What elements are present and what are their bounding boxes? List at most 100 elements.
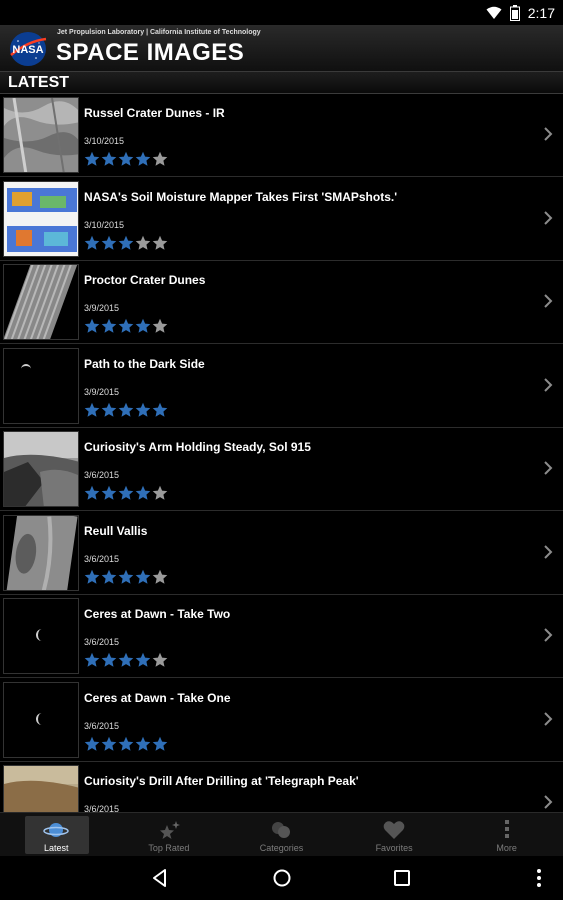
tab-label: Top Rated: [148, 843, 190, 853]
star-empty-icon: [135, 235, 151, 250]
star-filled-icon: [101, 569, 117, 584]
item-title: Ceres at Dawn - Take Two: [84, 607, 231, 621]
star-empty-icon: [152, 569, 168, 584]
tab-label: More: [496, 843, 517, 853]
clock: 2:17: [527, 4, 555, 21]
planet-icon: [43, 823, 70, 837]
list-item[interactable]: Curiosity's Arm Holding Steady, Sol 915 3…: [0, 428, 563, 511]
home-icon[interactable]: [272, 868, 292, 888]
item-title: NASA's Soil Moisture Mapper Takes First …: [84, 189, 398, 204]
app-header: NASA Jet Propulsion Laboratory | Califor…: [0, 25, 563, 72]
chevron-right-icon: [544, 461, 553, 475]
list-item[interactable]: NASA's Soil Moisture Mapper Takes First …: [0, 178, 563, 261]
item-date: 3/6/2015: [84, 553, 120, 564]
star-filled-icon: [101, 485, 117, 500]
list-item[interactable]: Ceres at Dawn - Take One 3/6/2015: [0, 679, 563, 762]
item-title: Curiosity's Arm Holding Steady, Sol 915: [84, 440, 311, 454]
star-filled-icon: [135, 402, 151, 417]
star-filled-icon: [135, 151, 151, 166]
star-filled-icon: [101, 235, 117, 250]
star-filled-icon: [135, 736, 151, 751]
thumbnail-image: [3, 514, 79, 591]
chevron-right-icon: [544, 210, 553, 225]
tab-top-rated[interactable]: Top Rated: [113, 813, 226, 856]
system-nav-bar: [0, 856, 563, 900]
star-filled-icon: [84, 235, 100, 250]
item-title: Ceres at Dawn - Take One: [84, 690, 231, 705]
star-filled-icon: [101, 151, 117, 166]
item-date: 3/6/2015: [84, 470, 120, 480]
star-filled-icon: [118, 652, 134, 667]
list-item[interactable]: Proctor Crater Dunes 3/9/2015: [0, 261, 563, 344]
star-empty-icon: [152, 485, 168, 500]
back-icon[interactable]: [150, 868, 170, 888]
chevron-right-icon: [544, 127, 553, 141]
star-empty-icon: [152, 318, 168, 333]
battery-icon: [509, 4, 520, 21]
tab-bar: Latest Top Rated Categories Favorites Mo…: [0, 812, 563, 856]
star-filled-icon: [101, 652, 117, 667]
star-filled-icon: [84, 736, 100, 751]
item-date: 3/9/2015: [84, 303, 120, 313]
list-item[interactable]: Path to the Dark Side 3/9/2015: [0, 345, 563, 428]
list-item[interactable]: Reull Vallis 3/6/2015: [0, 512, 563, 595]
star-filled-icon: [118, 485, 134, 500]
overflow-menu-icon[interactable]: [529, 868, 549, 888]
recents-icon[interactable]: [392, 868, 412, 888]
star-rating: [84, 235, 168, 251]
item-title: Proctor Crater Dunes: [84, 273, 206, 287]
star-rating: [84, 485, 168, 501]
status-bar: 2:17: [0, 0, 563, 25]
item-title: Path to the Dark Side: [84, 356, 205, 371]
list-item[interactable]: Ceres at Dawn - Take Two 3/6/2015: [0, 595, 563, 678]
star-filled-icon: [118, 736, 134, 751]
tab-categories[interactable]: Categories: [225, 813, 338, 856]
star-filled-icon: [135, 569, 151, 584]
star-filled-icon: [152, 402, 168, 417]
star-filled-icon: [84, 485, 100, 500]
tab-label: Categories: [259, 843, 304, 853]
star-filled-icon: [118, 151, 134, 166]
thumbnail-image: [3, 765, 79, 812]
thumbnail-image: [3, 264, 79, 340]
star-filled-icon: [118, 235, 134, 250]
chevron-right-icon: [544, 544, 553, 559]
star-filled-icon: [118, 402, 134, 417]
star-filled-icon: [135, 485, 151, 500]
wifi-icon: [486, 6, 502, 19]
star-filled-icon: [152, 736, 168, 751]
item-title: Curiosity's Drill After Drilling at 'Tel…: [84, 774, 359, 788]
sparkle-star-icon: [159, 821, 180, 839]
lab-affiliation: Jet Propulsion Laboratory | California I…: [57, 29, 261, 36]
tab-more[interactable]: More: [450, 813, 563, 856]
star-filled-icon: [84, 652, 100, 667]
item-title: Reull Vallis: [84, 523, 148, 538]
tab-label: Favorites: [375, 843, 413, 853]
thumbnail-image: [3, 180, 79, 257]
list-item[interactable]: Russel Crater Dunes - IR 3/10/2015: [0, 94, 563, 177]
chevron-right-icon: [544, 377, 553, 392]
section-title: LATEST: [8, 74, 70, 91]
tab-favorites[interactable]: Favorites: [338, 813, 451, 856]
tab-label: Latest: [44, 843, 69, 853]
chevron-right-icon: [544, 294, 553, 308]
star-filled-icon: [84, 569, 100, 584]
star-filled-icon: [84, 402, 100, 417]
item-date: 3/10/2015: [84, 219, 125, 230]
tab-latest[interactable]: Latest: [0, 813, 113, 856]
star-filled-icon: [84, 318, 100, 333]
chevron-right-icon: [544, 628, 553, 642]
item-date: 3/9/2015: [84, 386, 120, 397]
item-title: Russel Crater Dunes - IR: [84, 106, 225, 120]
list-item[interactable]: Curiosity's Drill After Drilling at 'Tel…: [0, 762, 563, 812]
star-rating: [84, 402, 168, 418]
nasa-logo: NASA: [10, 32, 47, 66]
chevron-right-icon: [544, 795, 553, 809]
star-rating: [84, 569, 168, 585]
star-rating: [84, 151, 168, 167]
app-title: SPACE IMAGES: [56, 39, 245, 66]
item-date: 3/6/2015: [84, 720, 120, 731]
thumbnail-image: [3, 598, 79, 674]
image-list[interactable]: Russel Crater Dunes - IR 3/10/2015 NASA's …: [0, 94, 563, 812]
more-vertical-icon: [504, 820, 509, 838]
